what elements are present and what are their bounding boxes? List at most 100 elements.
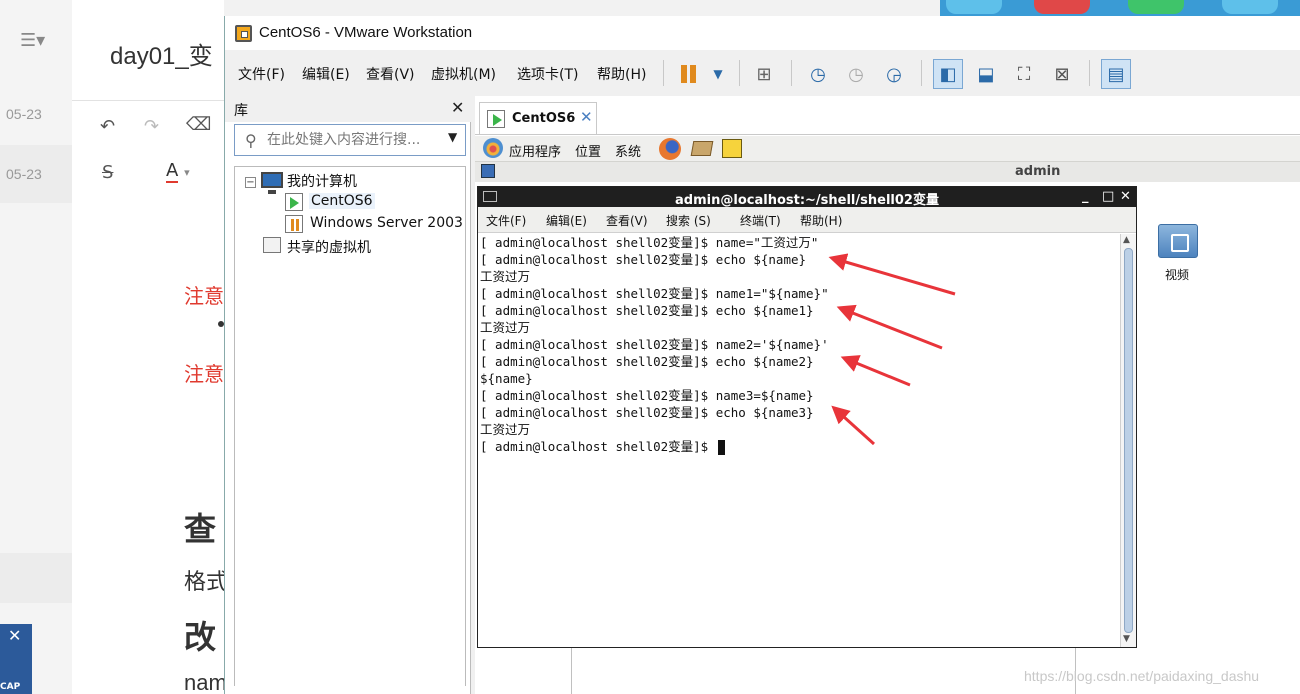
note-date: 05-23	[6, 106, 42, 122]
desktop-icon[interactable]	[1034, 0, 1090, 14]
terminal-scrollbar[interactable]: ▲ ▼	[1120, 234, 1136, 647]
taskbar-thumbnail[interactable]: ✕ CAP	[0, 624, 32, 694]
search-input[interactable]	[267, 128, 445, 152]
minimize-icon[interactable]: _	[1082, 189, 1089, 204]
library-tree: − 我的计算机 CentOS6 Windows Server 2003 共享的虚…	[234, 166, 466, 686]
menu-icon[interactable]: ☰▾	[20, 30, 45, 51]
menu-vm[interactable]: 虚拟机(M)	[431, 64, 496, 84]
terminal-menu-help[interactable]: 帮助(H)	[800, 212, 842, 229]
window-titlebar[interactable]: CentOS6 - VMware Workstation	[225, 16, 1300, 50]
fullscreen-icon[interactable]: ⛶	[1009, 59, 1039, 89]
scrollbar-thumb[interactable]	[1124, 248, 1133, 633]
terminal-line: [ admin@localhost shell02变量]$ echo ${nam…	[480, 252, 807, 267]
font-color-icon[interactable]: A ▾	[166, 160, 190, 183]
unity-icon[interactable]: ⊠	[1047, 59, 1077, 89]
guest-bar: admin	[475, 162, 1300, 182]
toolbar-separator	[921, 60, 922, 86]
close-icon[interactable]: ✕	[580, 108, 593, 126]
menu-view[interactable]: 查看(V)	[366, 64, 415, 84]
terminal-prompt-line[interactable]: [ admin@localhost shell02变量]$	[480, 438, 725, 455]
scroll-up-icon[interactable]: ▲	[1123, 235, 1130, 245]
network-icon[interactable]: ⊞	[749, 59, 779, 89]
vmware-logo-icon	[235, 25, 252, 42]
tree-item-shared-vms[interactable]: 共享的虚拟机	[287, 237, 371, 257]
close-icon[interactable]: ✕	[1120, 189, 1131, 204]
firefox-icon[interactable]	[659, 138, 681, 160]
collapse-toggle[interactable]: −	[245, 177, 256, 188]
desktop-icon[interactable]	[1222, 0, 1278, 14]
snapshot-icon[interactable]: ◷	[803, 59, 833, 89]
vm-paused-icon	[285, 215, 303, 233]
terminal-titlebar[interactable]: admin@localhost:~/shell/shell02变量 _ □ ✕	[478, 187, 1136, 208]
terminal-title: admin@localhost:~/shell/shell02变量	[675, 193, 939, 208]
strikethrough-icon[interactable]: S	[102, 162, 113, 183]
red-note-text: 注意	[184, 286, 224, 308]
window-title: CentOS6 - VMware Workstation	[259, 24, 473, 41]
desktop-icon[interactable]	[1128, 0, 1184, 14]
desktop-icon[interactable]	[946, 0, 1002, 14]
home-icon[interactable]	[481, 164, 495, 178]
gnome-foot-icon	[483, 138, 503, 158]
mail-icon[interactable]	[690, 141, 714, 156]
terminal-menu-edit[interactable]: 编辑(E)	[546, 212, 587, 229]
terminal-line: 工资过万	[480, 422, 531, 437]
terminal-line: [ admin@localhost shell02变量]$ echo ${nam…	[480, 354, 814, 369]
notes-icon[interactable]	[722, 139, 742, 158]
watermark: https://blog.csdn.net/paidaxing_dashu	[1024, 668, 1260, 684]
menu-tabs[interactable]: 选项卡(T)	[517, 64, 578, 84]
terminal-menu-file[interactable]: 文件(F)	[486, 212, 526, 229]
eraser-icon[interactable]: ⌫	[186, 114, 211, 135]
thumbnail-view-icon[interactable]: ▤	[1101, 59, 1131, 89]
toolbar-separator	[791, 60, 792, 86]
chevron-down-icon[interactable]: ▼	[448, 130, 457, 144]
tab-label: CentOS6	[512, 111, 576, 126]
guest-username: admin	[1015, 164, 1061, 179]
menu-applications[interactable]: 应用程序	[509, 141, 561, 160]
undo-icon[interactable]: ↶	[100, 116, 115, 137]
vm-area: CentOS6 ✕ 应用程序 位置 系统 admin 视频 admin@loca…	[475, 96, 1300, 694]
note-date: 05-23	[6, 166, 42, 182]
scroll-down-icon[interactable]: ▼	[1123, 634, 1130, 644]
chevron-down-icon[interactable]: ▼	[703, 59, 733, 89]
menu-places[interactable]: 位置	[575, 141, 601, 160]
terminal-menu-view[interactable]: 查看(V)	[606, 212, 648, 229]
maximize-icon[interactable]: □	[1102, 189, 1114, 204]
library-view-icon[interactable]: ◧	[933, 59, 963, 89]
divider	[72, 100, 232, 101]
divider	[475, 134, 1300, 135]
search-icon: ⚲	[245, 131, 257, 150]
video-folder-icon[interactable]	[1158, 224, 1198, 258]
terminal-menu-search[interactable]: 搜索 (S)	[666, 212, 711, 229]
toolbar-separator	[739, 60, 740, 86]
snapshot-manager-icon[interactable]: ◶	[879, 59, 909, 89]
close-icon[interactable]: ✕	[451, 98, 464, 117]
tab-centos6[interactable]: CentOS6 ✕	[479, 102, 597, 134]
menu-system[interactable]: 系统	[615, 141, 641, 160]
pause-button[interactable]	[673, 59, 703, 89]
snapshot-revert-icon[interactable]: ◷	[841, 59, 871, 89]
tree-item-centos6[interactable]: CentOS6	[309, 193, 375, 209]
terminal-line: 工资过万	[480, 269, 531, 284]
library-search[interactable]: ⚲ ▼	[234, 124, 466, 156]
menu-edit[interactable]: 编辑(E)	[302, 64, 350, 84]
body-text: 格式	[184, 569, 229, 594]
terminal-line: [ admin@localhost shell02变量]$ echo ${nam…	[480, 303, 814, 318]
tree-item-windows-server[interactable]: Windows Server 2003	[310, 215, 463, 231]
terminal-output[interactable]: [ admin@localhost shell02变量]$ name="工资过万…	[478, 234, 1120, 647]
menu-help[interactable]: 帮助(H)	[597, 64, 646, 84]
terminal-menu-terminal[interactable]: 终端(T)	[740, 212, 781, 229]
menu-file[interactable]: 文件(F)	[238, 64, 285, 84]
terminal-line: [ admin@localhost shell02变量]$ name2='${n…	[480, 337, 829, 352]
guest-desktop[interactable]: 应用程序 位置 系统 admin 视频 admin@localhost:~/sh…	[475, 136, 1300, 694]
toolbar-separator	[663, 60, 664, 86]
note-title: day01_变	[110, 43, 213, 70]
terminal-menubar: 文件(F) 编辑(E) 查看(V) 搜索 (S) 终端(T) 帮助(H)	[478, 207, 1136, 233]
console-view-icon[interactable]: ⬓	[971, 59, 1001, 89]
close-icon[interactable]: ✕	[8, 626, 21, 645]
desktop-icon-label: 视频	[1165, 268, 1190, 282]
red-note-text: 注意	[184, 364, 224, 386]
tree-item-my-computer[interactable]: 我的计算机	[287, 171, 357, 191]
note-list-item[interactable]	[0, 553, 72, 603]
redo-icon[interactable]: ↷	[144, 116, 159, 137]
heading-text: 改	[184, 618, 217, 656]
